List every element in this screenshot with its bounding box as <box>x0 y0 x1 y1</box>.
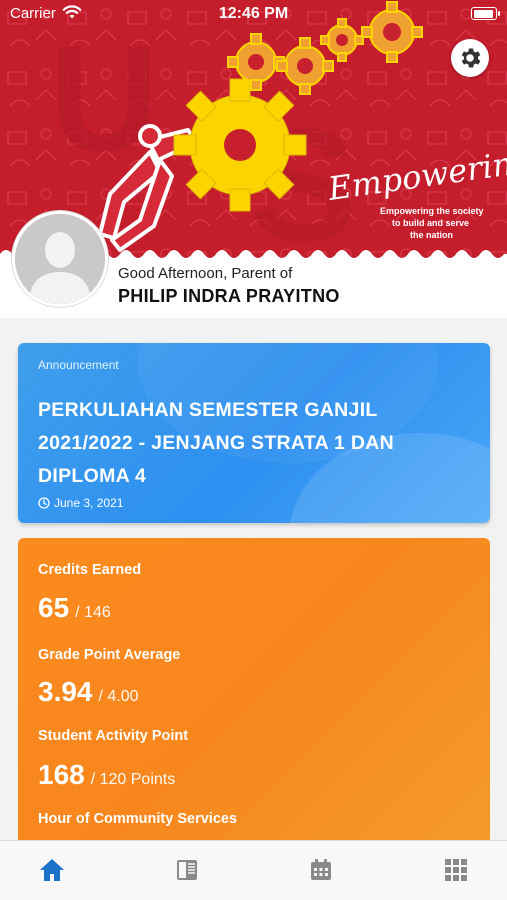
tab-menu[interactable] <box>441 855 471 885</box>
book-icon <box>177 860 197 880</box>
calendar-icon <box>311 859 331 880</box>
gpa-max: / 4.00 <box>98 688 139 705</box>
gpa-score: 3.94 <box>38 676 93 707</box>
gpa-label: Grade Point Average <box>38 647 181 663</box>
academic-stats-card: Credits Earned 65 / 146 Grade Point Avera… <box>18 538 490 848</box>
credits-total: / 146 <box>75 604 111 621</box>
bottom-tab-bar <box>0 840 507 900</box>
greeting-text: Good Afternoon, Parent of <box>118 265 293 282</box>
activity-label: Student Activity Point <box>38 728 189 744</box>
clock-icon <box>38 497 50 509</box>
credits-value: 65 / 146 <box>38 592 111 624</box>
banner-subtitle-2: to build and serve <box>392 218 469 228</box>
settings-button[interactable] <box>451 39 489 77</box>
gear-icon <box>461 48 481 68</box>
student-name: PHILIP INDRA PRAYITNO <box>118 286 340 306</box>
gear-illustration <box>173 78 307 212</box>
announcement-date-text: June 3, 2021 <box>54 496 124 510</box>
announcement-date: June 3, 2021 <box>38 496 123 510</box>
tab-schedule[interactable] <box>306 855 336 885</box>
battery-icon <box>471 7 500 20</box>
banner-subtitle-3: the nation <box>410 230 453 240</box>
activity-points: 168 <box>38 759 85 790</box>
announcement-label: Announcement <box>38 358 119 372</box>
announcement-card[interactable]: Announcement PERKULIAHAN SEMESTER GANJIL… <box>18 343 490 523</box>
credits-label: Credits Earned <box>38 562 142 578</box>
avatar[interactable] <box>12 211 108 307</box>
svg-text:U: U <box>50 14 158 182</box>
clock: 12:46 PM <box>218 5 289 22</box>
user-silhouette-icon <box>15 214 105 304</box>
home-icon <box>40 859 64 881</box>
profile-header: U S Empowering Empowering the society to… <box>0 0 507 318</box>
gpa-value: 3.94 / 4.00 <box>38 676 139 708</box>
tab-home[interactable] <box>37 855 67 885</box>
tab-courses[interactable] <box>172 855 202 885</box>
credits-earned: 65 <box>38 592 70 623</box>
banner-subtitle-1: Empowering the society <box>380 206 484 216</box>
community-label: Hour of Community Services <box>38 811 238 827</box>
activity-target: / 120 Points <box>90 771 176 788</box>
grid-menu-icon <box>445 859 467 881</box>
status-bar: Carrier 12:46 PM <box>0 0 507 28</box>
announcement-title: PERKULIAHAN SEMESTER GANJIL 2021/2022 - … <box>38 399 395 487</box>
activity-value: 168 / 120 Points <box>38 759 175 791</box>
